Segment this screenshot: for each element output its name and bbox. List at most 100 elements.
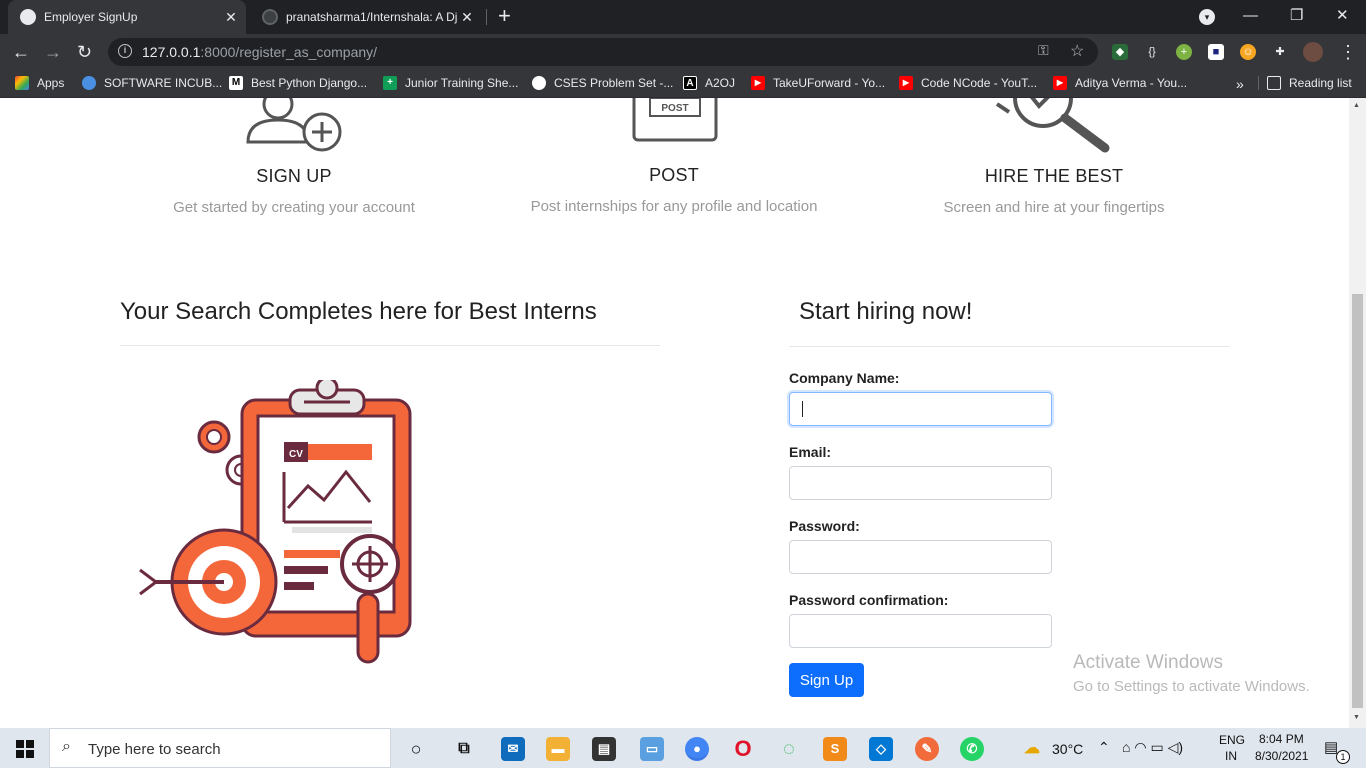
taskbar-search-box[interactable]: ⌕ Type here to search [49, 728, 391, 768]
bookmark-a2oj[interactable]: A A2OJ [683, 76, 735, 90]
scrollbar-thumb[interactable] [1352, 294, 1363, 708]
remote-desktop-icon[interactable]: ▭ [640, 737, 664, 761]
file-explorer-icon[interactable]: ▬ [546, 737, 570, 761]
cv-clipboard-illustration: CV [139, 380, 412, 664]
puzzle-extensions-icon[interactable]: ✚ [1272, 44, 1288, 60]
youtube-icon: ▶ [1053, 76, 1067, 90]
refresh-app-icon[interactable]: ◌ [777, 737, 801, 761]
json-viewer-icon[interactable]: {} [1144, 44, 1160, 60]
tab-separator [486, 9, 487, 25]
magnifier-icon [995, 98, 1110, 153]
activate-windows-watermark: Activate Windows Go to Settings to activ… [1073, 652, 1310, 695]
language-indicator-top[interactable]: ENG [1219, 733, 1245, 747]
clock-date[interactable]: 8/30/2021 [1255, 749, 1308, 763]
chrome-icon[interactable]: ● [685, 737, 709, 761]
feature-description: Screen and hire at your fingertips [943, 199, 1165, 216]
reading-list-icon [1267, 76, 1281, 90]
vscode-icon[interactable]: ◇ [869, 737, 893, 761]
browser-toolbar: ← → ↻ i 127.0.0.1:8000/register_as_compa… [0, 34, 1366, 70]
globe-icon [20, 9, 36, 25]
bookmark-aditya-verma[interactable]: ▶ Aditya Verma - You... [1053, 76, 1187, 90]
forward-arrow-icon[interactable]: → [44, 40, 62, 64]
bookmark-cses-problem-set[interactable]: CSES Problem Set -... [532, 76, 673, 90]
scroll-down-arrow-icon[interactable]: ▼ [1353, 714, 1360, 721]
url-text[interactable]: 127.0.0.1:8000/register_as_company/ [142, 44, 377, 60]
close-tab-icon[interactable]: ✕ [222, 9, 240, 26]
add-extension-icon[interactable]: + [1176, 44, 1192, 60]
browser-tab-strip: Employer SignUp ✕ pranatsharma1/Internsh… [0, 0, 1366, 34]
extension-icon[interactable]: ◆ [1112, 44, 1128, 60]
windows-start-icon[interactable] [16, 740, 34, 758]
bookmark-junior-training-sheet[interactable]: + Junior Training She... [383, 76, 518, 90]
close-tab-icon[interactable]: ✕ [458, 9, 476, 26]
reload-icon[interactable]: ↻ [77, 40, 92, 64]
bookmark-apps[interactable]: Apps [15, 76, 64, 90]
cv-badge-label: CV [289, 449, 303, 460]
new-tab-button[interactable]: + [498, 4, 511, 28]
tab-github-repo[interactable]: pranatsharma1/Internshala: A Dja ✕ [250, 0, 482, 34]
bookmark-star-icon[interactable]: ☆ [1070, 41, 1084, 61]
avatar-extension-icon[interactable]: ☺ [1240, 44, 1256, 60]
opera-icon[interactable]: O [731, 737, 755, 761]
svg-text:POST: POST [661, 103, 688, 114]
password-input[interactable] [789, 540, 1052, 574]
email-input[interactable] [789, 466, 1052, 500]
tab-search-icon[interactable]: ▾ [1199, 9, 1215, 25]
bookmark-label: Apps [37, 76, 65, 90]
software-incubator-icon [82, 76, 96, 90]
page-scrollbar[interactable]: ▲ ▼ [1349, 98, 1366, 728]
show-hidden-icons-chevron-icon[interactable]: ⌃ [1098, 739, 1110, 756]
bookmark-label: Aditya Verma - You... [1075, 76, 1188, 90]
mail-icon[interactable]: ✉ [501, 737, 525, 761]
profile-avatar[interactable] [1303, 42, 1323, 62]
bookmark-label: CSES Problem Set -... [554, 76, 674, 90]
back-arrow-icon[interactable]: ← [12, 40, 30, 64]
text-caret [802, 401, 803, 417]
minimize-window-icon[interactable]: — [1243, 4, 1258, 28]
clock-time[interactable]: 8:04 PM [1259, 732, 1304, 746]
reading-list-button[interactable]: Reading list [1258, 76, 1352, 90]
language-indicator-bottom[interactable]: IN [1225, 749, 1237, 763]
bookmark-takeuforward[interactable]: ▶ TakeUForward - Yo... [751, 76, 885, 90]
address-bar[interactable]: i 127.0.0.1:8000/register_as_company/ ⚿ … [108, 38, 1098, 66]
cortana-icon[interactable]: ○ [404, 737, 428, 761]
whatsapp-icon[interactable]: ✆ [960, 737, 984, 761]
feature-title: HIRE THE BEST [984, 166, 1124, 186]
restore-window-icon[interactable]: ❐ [1290, 4, 1303, 28]
feature-description: Get started by creating your account [173, 199, 415, 216]
chrome-menu-icon[interactable]: ⋮ [1339, 40, 1357, 64]
sublime-text-icon[interactable]: S [823, 737, 847, 761]
flag-extension-icon[interactable]: ■ [1208, 44, 1224, 60]
password-confirmation-input[interactable] [789, 614, 1052, 648]
notification-count-badge: 1 [1336, 750, 1350, 764]
tab-title: Employer SignUp [44, 10, 138, 24]
form-heading: Start hiring now! [799, 298, 973, 325]
more-bookmarks-chevron-icon[interactable]: » [1236, 76, 1244, 92]
password-key-icon[interactable]: ⚿ [1038, 42, 1049, 59]
company-name-label: Company Name: [789, 370, 900, 386]
bookmark-label: SOFTWARE INCUB... [104, 76, 223, 90]
bookmark-best-python-django[interactable]: M Best Python Django... [229, 76, 367, 90]
weather-temperature[interactable]: 30°C [1052, 741, 1083, 757]
store-icon[interactable]: ▤ [592, 737, 616, 761]
weather-icon[interactable]: ☁ [1020, 737, 1044, 761]
watermark-subtitle: Go to Settings to activate Windows. [1073, 678, 1310, 695]
windows-taskbar: ⌕ Type here to search ○ ⧉ ✉ ▬ ▤ ▭ ● O ◌ … [0, 728, 1366, 768]
apps-grid-icon [15, 76, 29, 90]
network-icons[interactable]: ⌂ ◠ ▭ ◁) [1122, 739, 1183, 756]
right-divider [789, 346, 1229, 347]
feature-title: POST [649, 165, 699, 185]
feature-hire-the-best: HIRE THE BEST Screen and hire at your fi… [904, 166, 1204, 216]
bookmark-code-ncode[interactable]: ▶ Code NCode - YouT... [899, 76, 1037, 90]
company-name-input[interactable] [789, 392, 1052, 426]
reading-list-label: Reading list [1289, 76, 1352, 90]
close-window-icon[interactable]: ✕ [1336, 4, 1349, 28]
task-view-icon[interactable]: ⧉ [452, 737, 476, 761]
postman-icon[interactable]: ✎ [915, 737, 939, 761]
scroll-up-arrow-icon[interactable]: ▲ [1353, 102, 1360, 109]
site-info-icon[interactable]: i [118, 44, 132, 58]
tab-employer-signup[interactable]: Employer SignUp ✕ [8, 0, 246, 34]
sign-up-button[interactable]: Sign Up [789, 663, 864, 697]
medium-icon: M [229, 76, 243, 90]
bookmark-software-incub[interactable]: SOFTWARE INCUB... [82, 76, 222, 90]
